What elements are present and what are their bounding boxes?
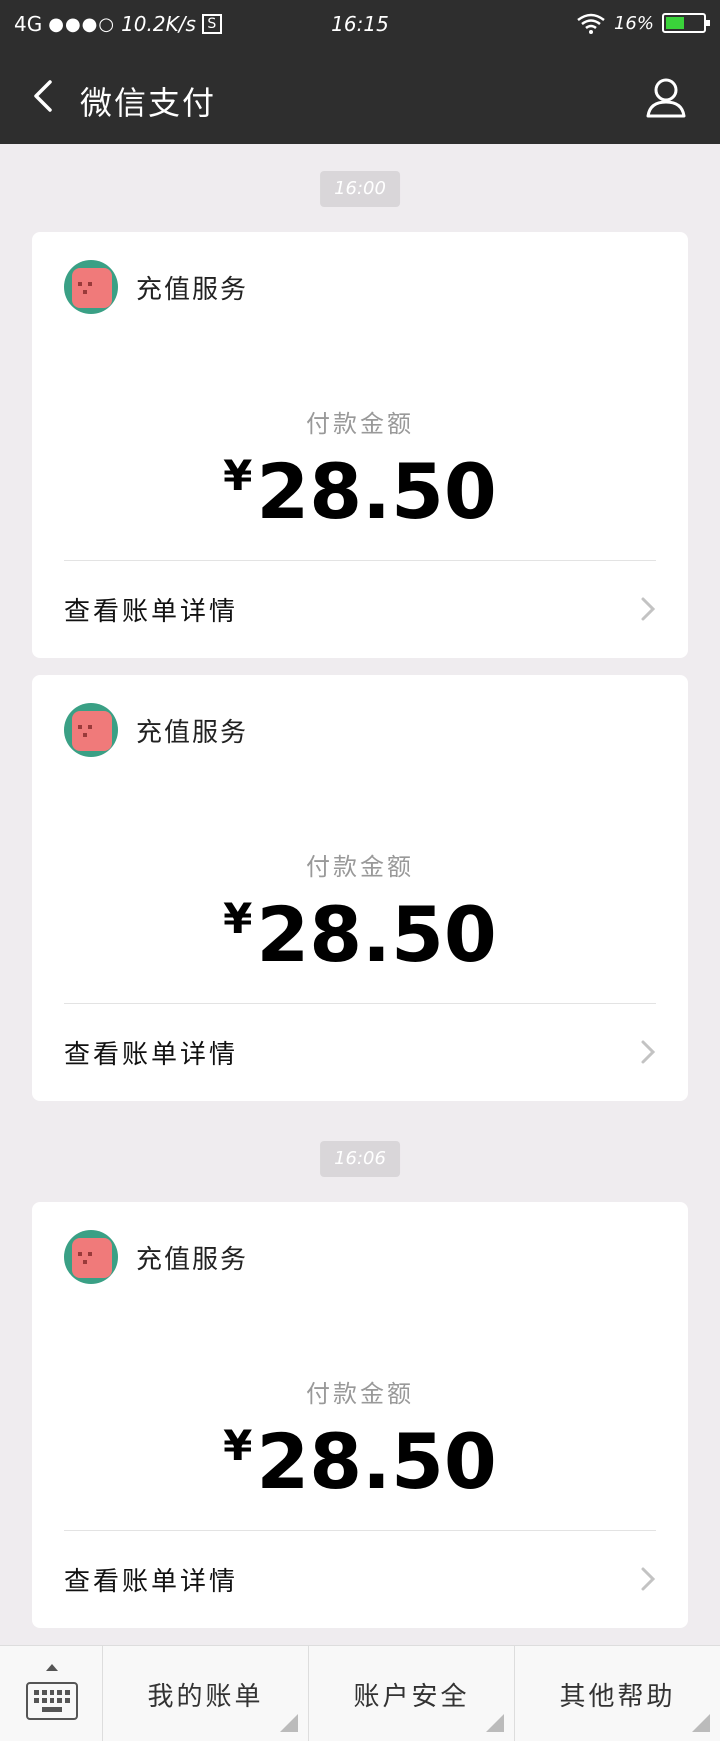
payment-card: 充值服务 付款金额 ¥28.50 查看账单详情 — [32, 1202, 688, 1628]
time-pill: 16:06 — [320, 1141, 400, 1177]
menu-item-label: 我的账单 — [147, 1681, 264, 1712]
payment-amount: ¥28.50 — [32, 879, 688, 975]
detail-label: 查看账单详情 — [64, 596, 239, 627]
amount-value: 28.50 — [256, 447, 497, 536]
menu-item-label: 其他帮助 — [559, 1681, 676, 1712]
amount-label: 付款金额 — [306, 853, 414, 881]
pig-icon — [72, 268, 112, 308]
keyboard-toggle-button[interactable] — [0, 1646, 103, 1741]
nav-bar: 微信支付 — [0, 48, 720, 144]
merchant-name: 充值服务 — [136, 1244, 249, 1275]
arrow-up-icon — [46, 1664, 58, 1671]
merchant-avatar — [64, 703, 118, 757]
card-header: 充值服务 — [64, 1230, 248, 1284]
battery-icon — [662, 13, 710, 33]
user-icon[interactable] — [644, 76, 688, 120]
payment-amount: ¥28.50 — [32, 1406, 688, 1502]
merchant-name: 充值服务 — [136, 274, 249, 305]
battery-fill — [666, 17, 684, 29]
payment-card: 充值服务 付款金额 ¥28.50 查看账单详情 — [32, 232, 688, 658]
amount-label: 付款金额 — [306, 410, 414, 438]
detail-label: 查看账单详情 — [64, 1566, 239, 1597]
amount-label: 付款金额 — [306, 1380, 414, 1408]
menu-item-label: 账户安全 — [353, 1681, 470, 1712]
amount-value: 28.50 — [256, 1417, 497, 1506]
chevron-right-icon — [641, 1040, 656, 1064]
chevron-left-icon[interactable] — [28, 76, 64, 116]
card-header: 充值服务 — [64, 260, 248, 314]
bottom-menu-bar: 我的账单 账户安全 其他帮助 — [0, 1645, 720, 1741]
page-title: 微信支付 — [80, 84, 217, 122]
card-header: 充值服务 — [64, 703, 248, 757]
view-bill-detail-link[interactable]: 查看账单详情 — [64, 1003, 656, 1101]
detail-label: 查看账单详情 — [64, 1039, 239, 1070]
battery-percent: 16% — [613, 12, 654, 34]
pig-icon — [72, 1238, 112, 1278]
merchant-avatar — [64, 260, 118, 314]
view-bill-detail-link[interactable]: 查看账单详情 — [64, 1530, 656, 1628]
menu-other-help[interactable]: 其他帮助 — [515, 1646, 720, 1741]
keyboard-icon — [26, 1682, 78, 1720]
wifi-icon — [577, 13, 605, 34]
status-right: 16% — [576, 12, 710, 34]
view-bill-detail-link[interactable]: 查看账单详情 — [64, 560, 656, 658]
currency-symbol: ¥ — [223, 1421, 253, 1470]
chevron-right-icon — [641, 597, 656, 621]
chevron-right-icon — [641, 1567, 656, 1591]
submenu-corner-icon — [486, 1714, 504, 1732]
payment-card: 充值服务 付款金额 ¥28.50 查看账单详情 — [32, 675, 688, 1101]
submenu-corner-icon — [280, 1714, 298, 1732]
time-pill: 16:00 — [320, 171, 400, 207]
status-bar: 4G ●●●○ 10.2K/s S 16:15 16% — [0, 0, 720, 48]
merchant-name: 充值服务 — [136, 717, 249, 748]
payment-amount: ¥28.50 — [32, 436, 688, 532]
pig-icon — [72, 711, 112, 751]
menu-account-security[interactable]: 账户安全 — [309, 1646, 515, 1741]
currency-symbol: ¥ — [223, 451, 253, 500]
submenu-corner-icon — [692, 1714, 710, 1732]
menu-my-bills[interactable]: 我的账单 — [103, 1646, 309, 1741]
merchant-avatar — [64, 1230, 118, 1284]
amount-value: 28.50 — [256, 890, 497, 979]
currency-symbol: ¥ — [223, 894, 253, 943]
